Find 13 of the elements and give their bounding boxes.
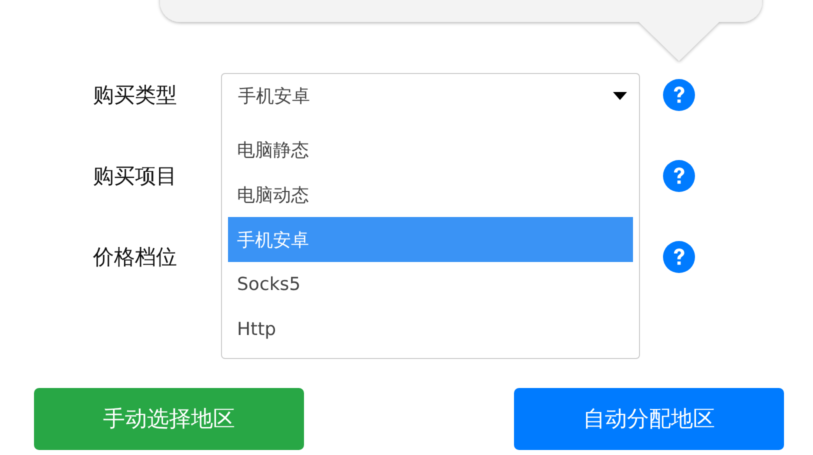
help-icon[interactable] bbox=[663, 241, 695, 273]
dropdown-option[interactable]: Http bbox=[228, 307, 633, 352]
dropdown-option[interactable]: Socks5 bbox=[228, 262, 633, 307]
dropdown-option[interactable]: 电脑静态 bbox=[228, 127, 633, 172]
field-label: 价格档位 bbox=[93, 244, 178, 271]
help-icon[interactable] bbox=[663, 79, 695, 111]
select-field[interactable]: 手机安卓 bbox=[221, 73, 640, 117]
help-icon[interactable] bbox=[663, 160, 695, 192]
caret-icon bbox=[613, 92, 627, 100]
region-button[interactable]: 自动分配地区 bbox=[514, 388, 784, 450]
field-label: 购买类型 bbox=[93, 82, 178, 109]
field-label: 购买项目 bbox=[93, 163, 178, 190]
dropdown-option[interactable]: 电脑动态 bbox=[228, 172, 633, 217]
